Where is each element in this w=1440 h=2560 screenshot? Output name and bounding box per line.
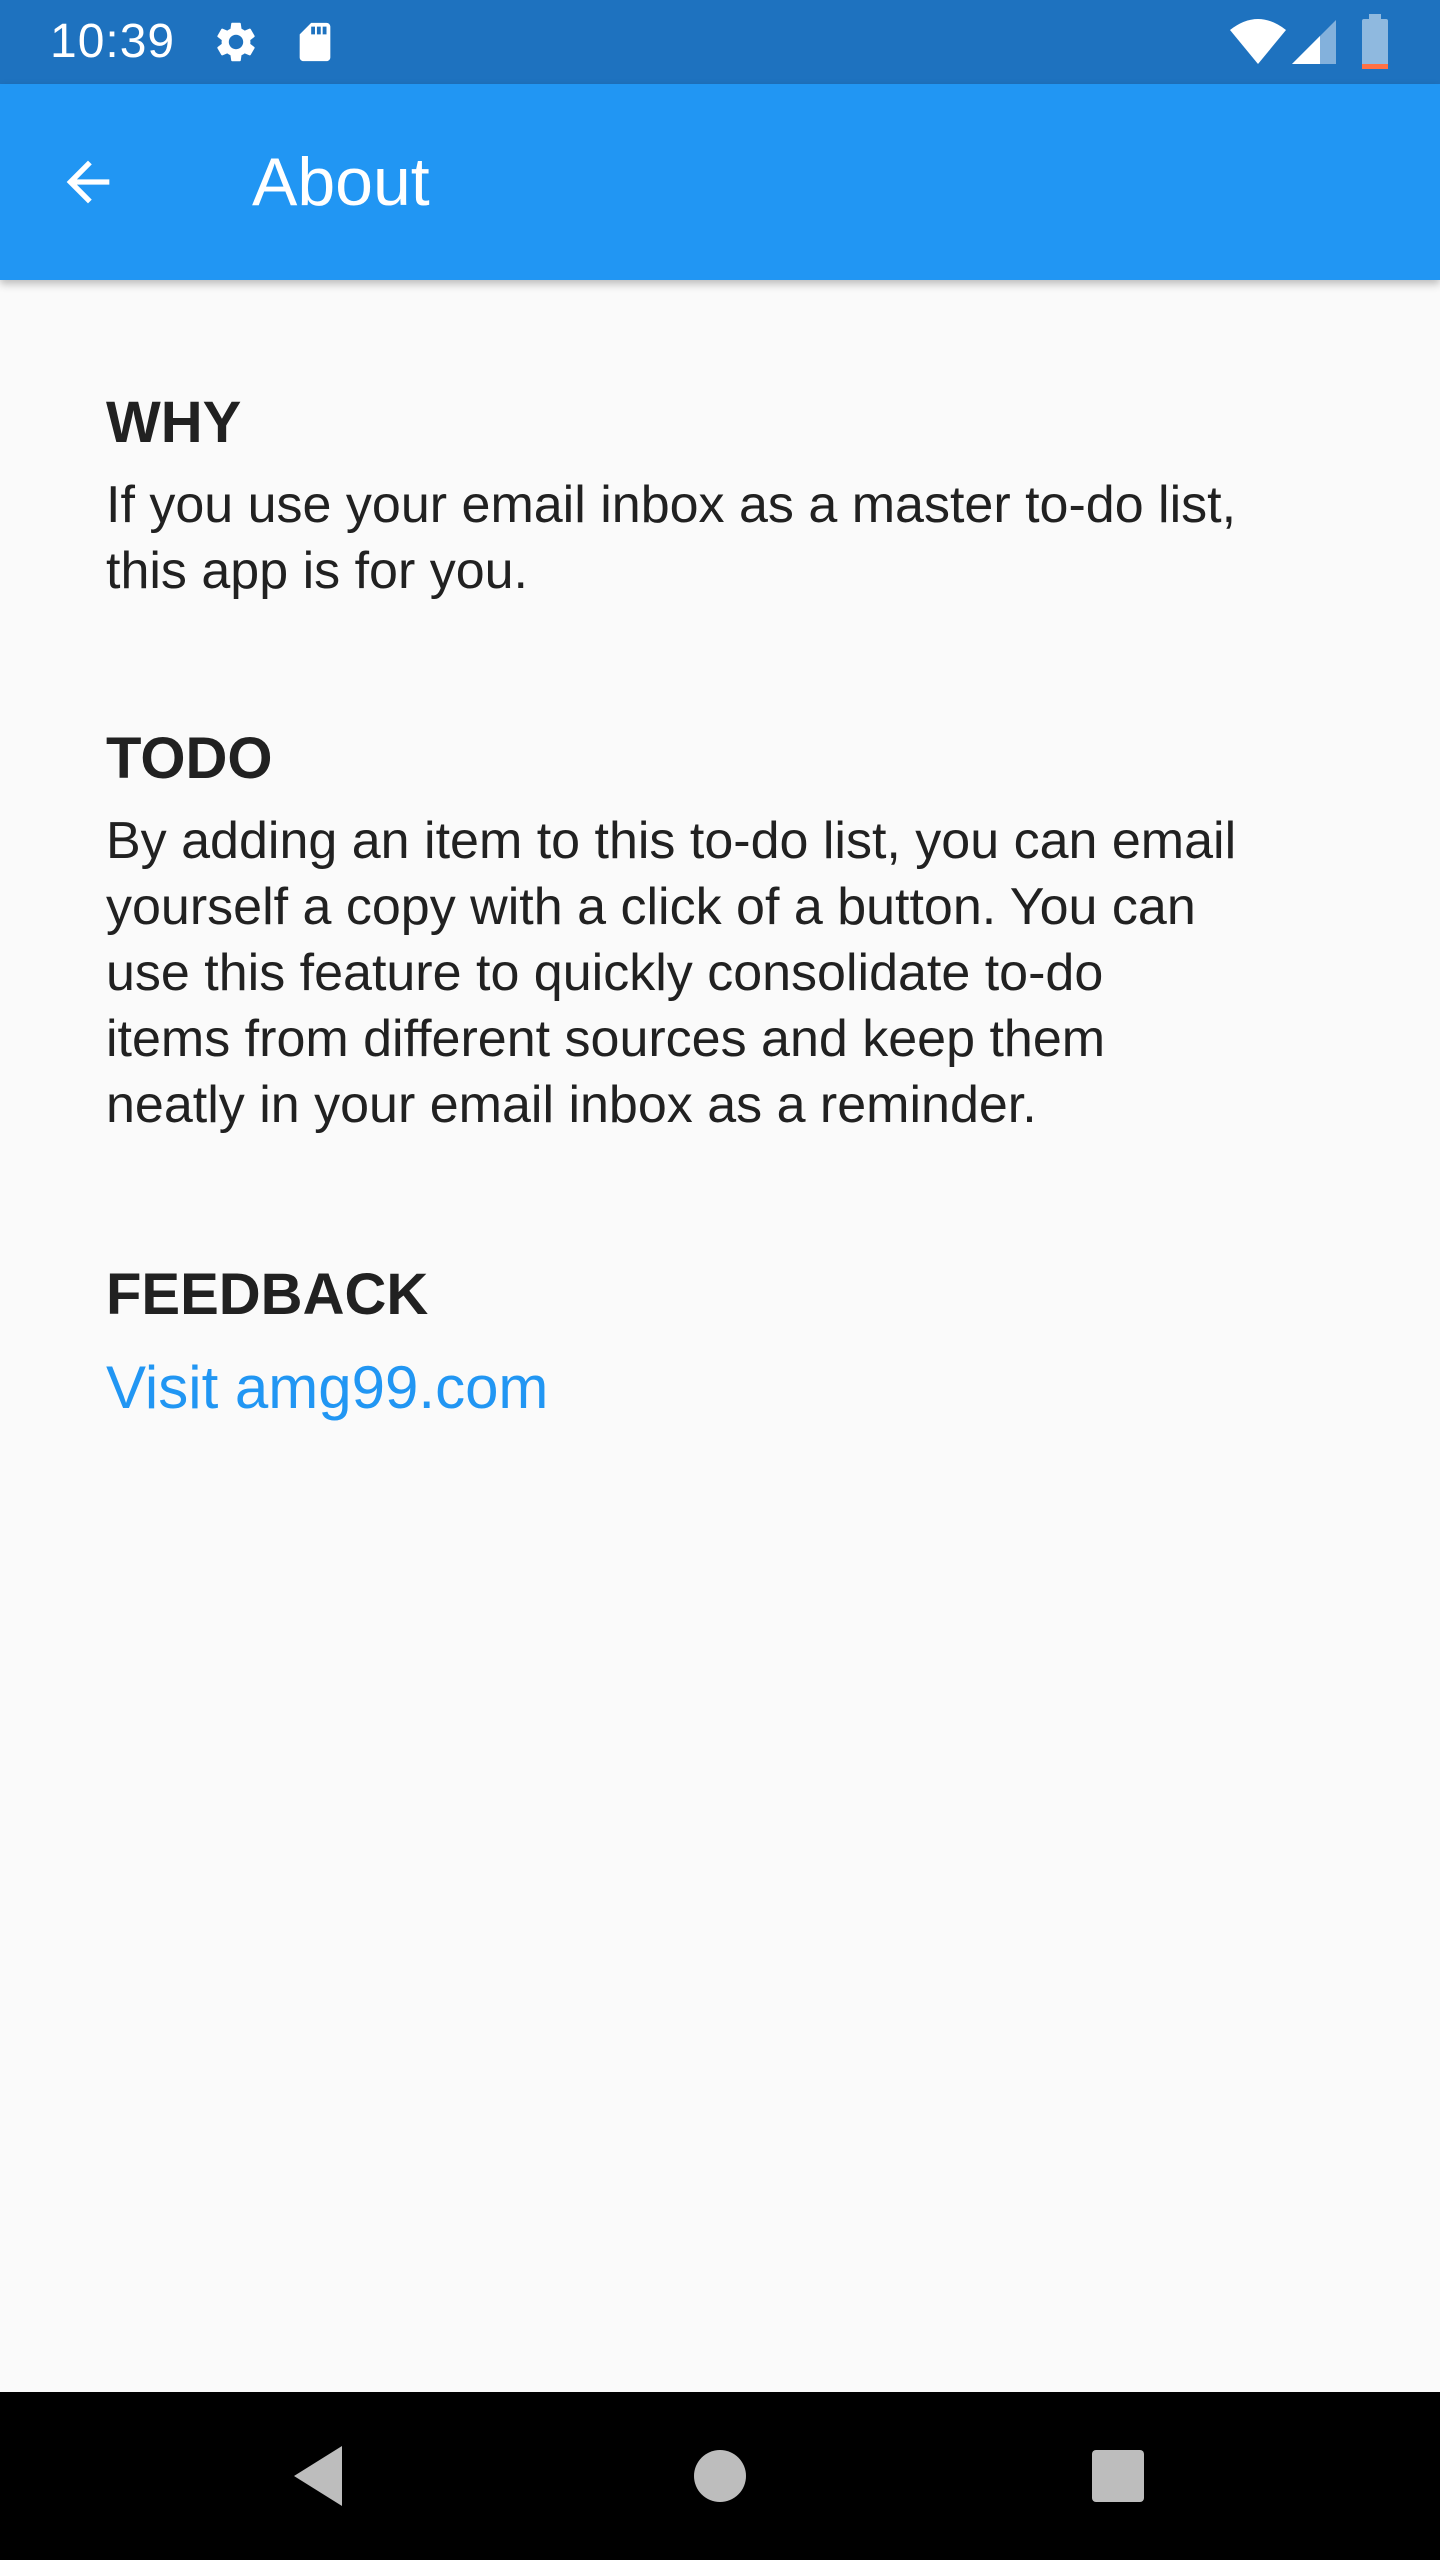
todo-body: By adding an item to this to-do list, yo… (106, 812, 1237, 1134)
recents-square-icon (1092, 2450, 1144, 2502)
nav-back-button[interactable] (270, 2426, 370, 2526)
arrow-left-icon (66, 160, 110, 204)
why-heading: WHY (106, 390, 242, 455)
system-nav-bar (0, 2392, 1440, 2560)
nav-home-button[interactable] (670, 2426, 770, 2526)
settings-gear-icon (217, 22, 255, 62)
sd-card-icon (299, 22, 331, 62)
cell-signal-icon (1292, 20, 1336, 64)
app-bar: About (0, 84, 1440, 280)
battery-low-icon (1362, 14, 1388, 69)
wifi-icon (1230, 19, 1286, 64)
feedback-link[interactable]: Visit amg99.com (106, 1352, 548, 1424)
feedback-heading: FEEDBACK (106, 1262, 429, 1327)
status-bar: 10:39 (0, 0, 1440, 84)
status-time: 10:39 (50, 15, 176, 68)
why-body: If you use your email inbox as a master … (106, 476, 1237, 600)
todo-heading: TODO (106, 726, 273, 791)
back-button[interactable] (40, 134, 136, 230)
home-circle-icon (694, 2450, 746, 2502)
nav-recents-button[interactable] (1068, 2426, 1168, 2526)
page-title: About (252, 144, 430, 220)
back-triangle-icon (294, 2446, 342, 2506)
